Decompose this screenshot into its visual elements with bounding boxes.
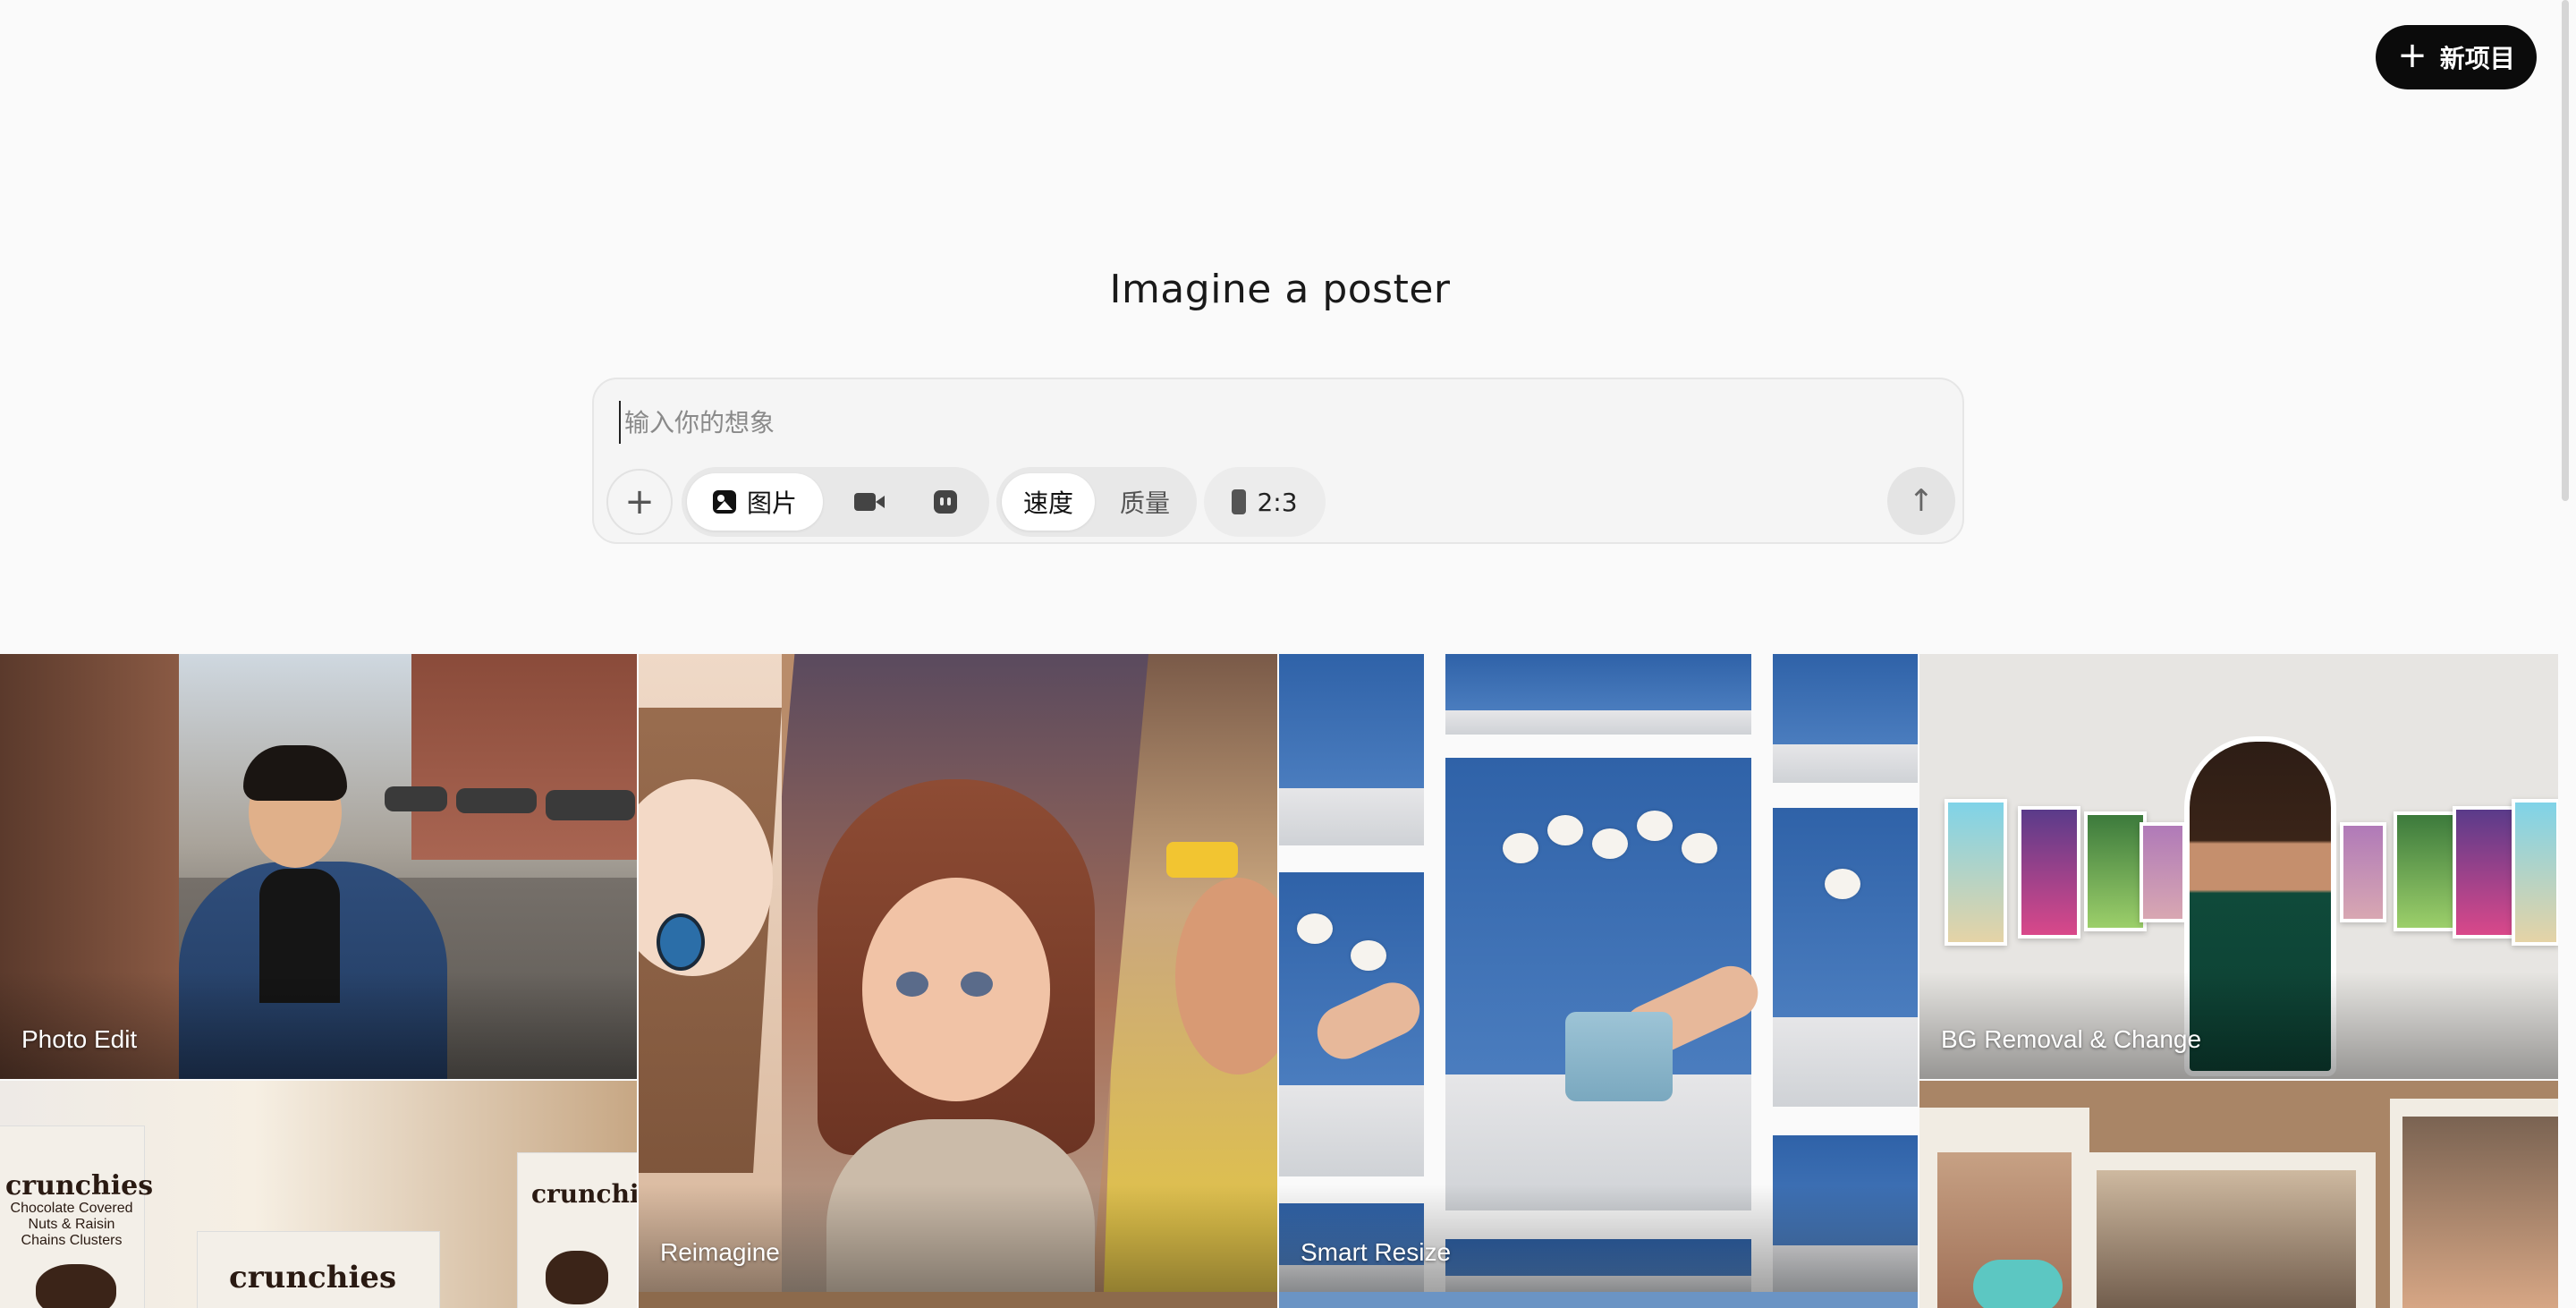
media-video-tab[interactable] — [826, 473, 903, 531]
add-attachment-button[interactable]: + — [606, 469, 673, 535]
tile-product-crunchies[interactable]: crunchies Chocolate Covered Nuts & Raisi… — [0, 1081, 637, 1308]
prompt-composer: + 图片 速度 质量 2:3 ↑ — [592, 378, 1964, 544]
new-project-label: 新项目 — [2439, 44, 2515, 73]
page-title: Imagine a poster — [1109, 267, 1451, 312]
tile-label: Reimagine — [660, 1238, 780, 1266]
avatar-icon — [934, 490, 957, 514]
tile-reimagine[interactable]: Reimagine — [639, 654, 1277, 1292]
submit-button[interactable]: ↑ — [1887, 467, 1955, 535]
tile-smart-resize[interactable]: Smart Resize — [1279, 654, 1918, 1292]
media-type-toggle: 图片 — [682, 467, 989, 537]
media-avatar-tab[interactable] — [907, 473, 984, 531]
prompt-input[interactable] — [619, 401, 1932, 444]
plus-icon: + — [624, 481, 655, 522]
aspect-ratio-label: 2:3 — [1257, 487, 1298, 517]
phone-ratio-icon — [1232, 489, 1247, 514]
brand-text: crunchies — [5, 1170, 154, 1202]
arrow-up-icon: ↑ — [1908, 483, 1935, 519]
plus-icon: + — [2397, 35, 2428, 76]
new-project-button[interactable]: + 新项目 — [2376, 25, 2537, 89]
brand-text: crunchies — [531, 1179, 637, 1209]
media-image-label: 图片 — [746, 488, 797, 518]
tile-travel-collage[interactable] — [1919, 1081, 2558, 1308]
mode-speed-tab[interactable]: 速度 — [1002, 473, 1095, 531]
tile-label: BG Removal & Change — [1941, 1025, 2202, 1053]
scrollbar[interactable] — [2562, 0, 2569, 501]
tile-photo-edit[interactable]: Photo Edit — [0, 654, 637, 1079]
video-icon — [854, 493, 885, 511]
aspect-ratio-selector[interactable]: 2:3 — [1204, 467, 1326, 537]
feature-gallery: Photo Edit Reimagine Smart Resize BG Rem… — [0, 654, 2560, 1308]
image-icon — [712, 490, 736, 514]
tile-bg-removal[interactable]: BG Removal & Change — [1919, 654, 2558, 1079]
mode-quality-tab[interactable]: 质量 — [1098, 473, 1191, 531]
media-image-tab[interactable]: 图片 — [687, 473, 823, 531]
tile-label: Smart Resize — [1301, 1238, 1452, 1266]
generation-mode-toggle: 速度 质量 — [996, 467, 1197, 537]
product-subtitle: Chocolate Covered Nuts & Raisin Chains C… — [10, 1201, 133, 1248]
brand-text: crunchies — [229, 1260, 397, 1295]
aspect-ratio-button[interactable]: 2:3 — [1209, 473, 1320, 531]
tile-label: Photo Edit — [21, 1025, 138, 1053]
